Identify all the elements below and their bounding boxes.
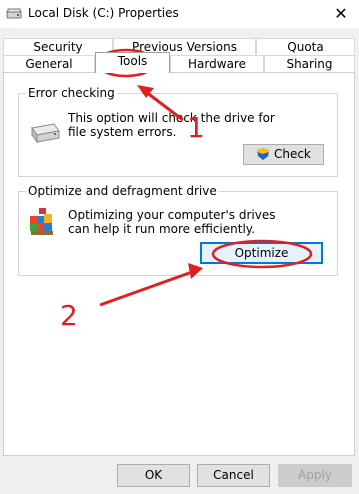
annotation-number-1: 1	[187, 111, 205, 144]
arrow-2-head	[188, 263, 203, 279]
annotation-number-2: 2	[60, 299, 78, 332]
tab-tools[interactable]: Tools	[95, 52, 170, 73]
arrow-1-line	[145, 90, 184, 122]
arrow-2-line	[99, 270, 193, 307]
optimize-highlight-circle	[211, 239, 313, 269]
annotation-overlay	[95, 48, 313, 307]
